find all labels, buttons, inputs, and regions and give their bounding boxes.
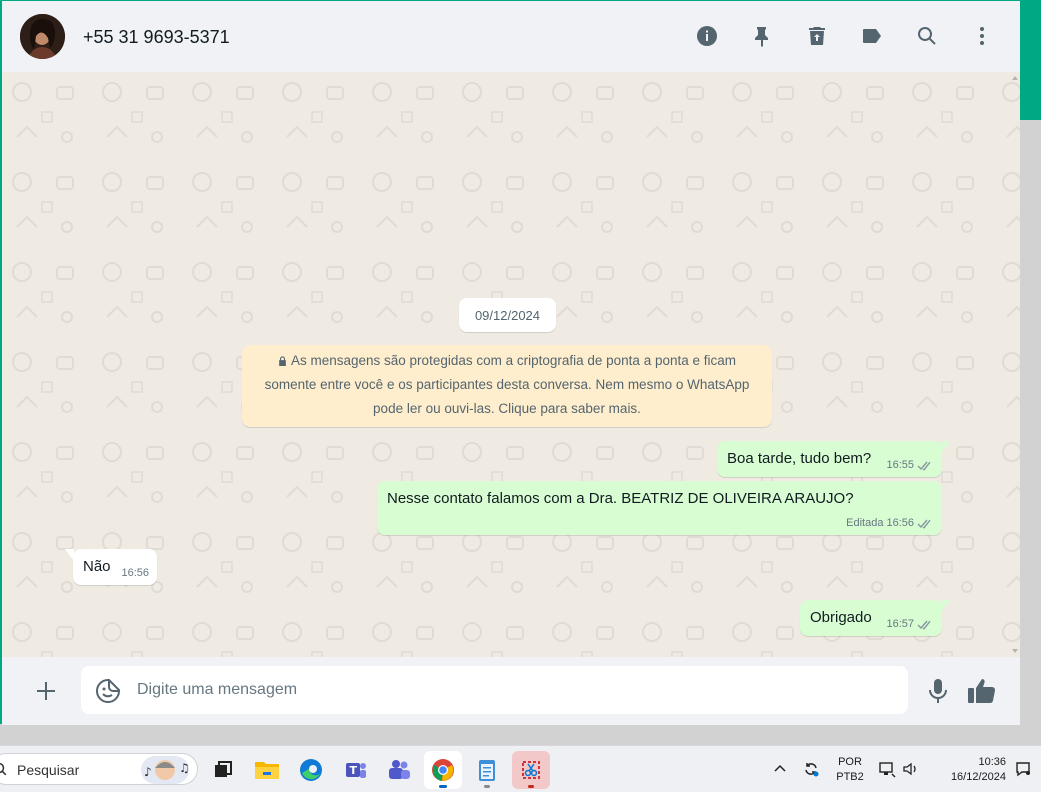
microphone-icon[interactable]	[925, 677, 951, 705]
pin-icon[interactable]	[747, 21, 777, 51]
active-indicator	[439, 785, 447, 788]
contact-avatar[interactable]	[20, 14, 65, 59]
lock-icon	[279, 356, 286, 366]
chat-header: +55 31 9693-5371	[2, 1, 1020, 72]
message-text: Não	[83, 558, 111, 575]
notepad-app[interactable]	[468, 751, 506, 789]
windows-taskbar: Pesquisar ♪ ♫ T POR PTB2 10:36 16/12/202…	[0, 745, 1041, 792]
chat-scrollbar[interactable]	[1012, 72, 1020, 657]
message-bubble[interactable]: Nesse contato falamos com a Dra. BEATRIZ…	[377, 481, 942, 535]
message-time: 16:55	[886, 459, 914, 471]
message-text: Nesse contato falamos com a Dra. BEATRIZ…	[387, 490, 854, 507]
teams-classic-app[interactable]: T	[336, 751, 374, 789]
whatsapp-window: +55 31 9693-5371 09/12/2024 As mensagens…	[0, 0, 1020, 725]
search-label: Pesquisar	[17, 762, 80, 778]
file-explorer-app[interactable]	[248, 751, 286, 789]
sticker-icon[interactable]	[95, 678, 121, 704]
svg-text:♪: ♪	[144, 765, 152, 779]
snipping-tool-app[interactable]	[512, 751, 550, 789]
date-separator: 09/12/2024	[459, 298, 556, 332]
message-bubble[interactable]: Obrigado 16:57	[800, 600, 950, 636]
read-ticks-icon	[917, 519, 931, 529]
network-icon[interactable]	[878, 760, 896, 778]
message-meta: 16:56	[121, 567, 149, 579]
search-icon	[0, 762, 7, 776]
chat-area[interactable]: 09/12/2024 As mensagens são protegidas c…	[2, 72, 1020, 657]
message-bubble[interactable]: Não 16:56	[65, 549, 157, 585]
sync-icon[interactable]	[802, 760, 820, 778]
contact-name[interactable]: +55 31 9693-5371	[83, 27, 230, 48]
chevron-up-icon[interactable]	[771, 760, 789, 778]
running-indicator	[484, 785, 490, 788]
bubble-tail	[65, 549, 74, 561]
clock-time: 10:36	[978, 756, 1006, 768]
scroll-accent	[1020, 0, 1041, 120]
volume-icon[interactable]	[902, 760, 920, 778]
message-meta: Editada 16:56	[846, 517, 934, 529]
attach-button[interactable]	[32, 677, 60, 705]
svg-text:T: T	[350, 764, 358, 777]
bubble-tail	[941, 441, 950, 453]
search-icon[interactable]	[912, 21, 942, 51]
menu-icon[interactable]	[967, 21, 997, 51]
plus-icon	[37, 682, 55, 700]
search-highlight-art: ♪ ♫	[141, 756, 190, 784]
message-meta: 16:57	[886, 618, 934, 630]
scroll-down-arrow[interactable]	[1012, 649, 1018, 653]
read-ticks-icon	[917, 461, 931, 471]
language-indicator[interactable]: POR PTB2	[834, 755, 866, 785]
info-icon[interactable]	[692, 21, 722, 51]
encryption-notice[interactable]: As mensagens são protegidas com a cripto…	[242, 345, 772, 427]
edge-app[interactable]	[292, 751, 330, 789]
svg-text:♫: ♫	[179, 761, 189, 775]
teams-app[interactable]	[380, 751, 418, 789]
bubble-tail	[941, 600, 950, 612]
task-view-app[interactable]	[204, 751, 242, 789]
scroll-up-arrow[interactable]	[1012, 76, 1018, 80]
clock-date: 16/12/2024	[950, 771, 1006, 783]
message-bubble[interactable]: Boa tarde, tudo bem? 16:55	[717, 441, 950, 477]
window-edge	[1020, 0, 1041, 745]
clear-chat-icon[interactable]	[802, 21, 832, 51]
composer-bar	[2, 657, 1020, 725]
language-code: POR	[838, 756, 862, 768]
chrome-app[interactable]	[424, 751, 462, 789]
message-time: 16:56	[886, 517, 914, 529]
message-text: Boa tarde, tudo bem?	[727, 450, 872, 467]
running-indicator	[528, 785, 534, 788]
message-input[interactable]	[137, 666, 897, 714]
encryption-text: As mensagens são protegidas com a cripto…	[264, 353, 750, 416]
desktop-gap	[0, 724, 1020, 745]
message-input-box	[81, 666, 908, 714]
message-meta: 16:55	[886, 459, 934, 471]
message-time: 16:57	[886, 618, 914, 630]
keyboard-layout: PTB2	[836, 771, 864, 783]
taskbar-search[interactable]: Pesquisar ♪ ♫	[0, 753, 198, 785]
clock[interactable]: 10:36 16/12/2024	[930, 755, 1006, 785]
read-ticks-icon	[917, 620, 931, 630]
thumbs-up-icon[interactable]	[966, 677, 998, 705]
message-time: 16:56	[121, 567, 149, 579]
label-icon[interactable]	[857, 21, 887, 51]
message-text: Obrigado	[810, 609, 872, 626]
edited-label: Editada	[846, 517, 884, 529]
notification-icon[interactable]	[1014, 760, 1032, 778]
